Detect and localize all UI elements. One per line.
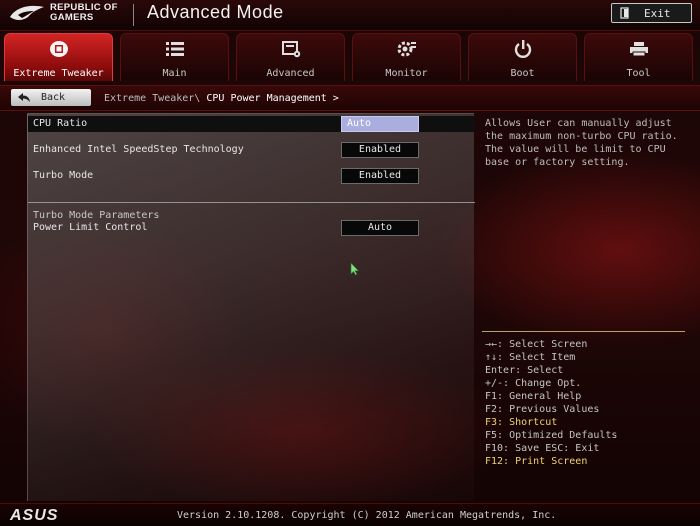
mouse-cursor-icon bbox=[350, 262, 360, 276]
tab-label: Monitor bbox=[385, 68, 428, 79]
cpu-chip-icon bbox=[49, 41, 68, 57]
header-divider bbox=[133, 4, 134, 26]
tab-main[interactable]: Main bbox=[120, 33, 229, 81]
setting-label: CPU Ratio bbox=[33, 118, 88, 129]
printer-tool-icon bbox=[629, 42, 648, 57]
footer-bar: ASUS Version 2.10.1208. Copyright (C) 20… bbox=[0, 503, 700, 526]
turbo-mode-value[interactable]: Enabled bbox=[341, 168, 419, 184]
tab-boot[interactable]: Boot bbox=[468, 33, 577, 81]
hotkey-select-item: ↑↓: Select Item bbox=[485, 352, 576, 363]
breadcrumb-bar: Back Extreme Tweaker\ CPU Power Manageme… bbox=[0, 85, 700, 111]
hotkey-change-opt: +/-: Change Opt. bbox=[485, 378, 582, 389]
tab-monitor[interactable]: Monitor bbox=[352, 33, 461, 81]
list-icon bbox=[165, 42, 184, 56]
hotkey-print-screen[interactable]: F12: Print Screen bbox=[485, 455, 685, 468]
tab-label: Main bbox=[162, 68, 187, 79]
hotkey-general-help: F1: General Help bbox=[485, 391, 582, 402]
setting-label: Turbo Mode bbox=[33, 170, 94, 181]
setting-row-speedstep[interactable]: Enhanced Intel SpeedStep Technology Enab… bbox=[28, 142, 475, 158]
asus-logo: ASUS bbox=[10, 507, 59, 524]
hotkey-optimized-defaults: F5: Optimized Defaults bbox=[485, 430, 618, 441]
setting-row-power-limit-control[interactable]: Power Limit Control Auto bbox=[28, 220, 475, 236]
rog-line2: GAMERS bbox=[50, 12, 94, 23]
rog-wordmark: REPUBLIC OF GAMERS bbox=[50, 3, 118, 23]
settings-panel: CPU Ratio Auto Enhanced Intel SpeedStep … bbox=[27, 113, 475, 501]
rog-eye-logo-icon bbox=[10, 5, 44, 20]
hotkey-enter-select: Enter: Select bbox=[485, 365, 564, 376]
hotkey-list: →←: Select Screen ↑↓: Select Item Enter:… bbox=[485, 338, 685, 468]
hotkey-select-screen: →←: Select Screen bbox=[485, 339, 588, 350]
breadcrumb-current: CPU Power Management > bbox=[206, 93, 339, 104]
tab-label: Tool bbox=[626, 68, 651, 79]
speedstep-value[interactable]: Enabled bbox=[341, 142, 419, 158]
hotkey-save-exit: F10: Save ESC: Exit bbox=[485, 443, 600, 454]
power-limit-value[interactable]: Auto bbox=[341, 220, 419, 236]
setting-row-cpu-ratio[interactable]: CPU Ratio Auto bbox=[28, 116, 475, 132]
main-tabs: Extreme Tweaker Main Advanced Monitor Bo… bbox=[4, 33, 696, 83]
tab-label: Boot bbox=[510, 68, 535, 79]
help-divider bbox=[482, 331, 685, 332]
exit-door-icon bbox=[620, 7, 629, 19]
help-description: Allows User can manually adjust the maxi… bbox=[485, 118, 678, 168]
exit-button[interactable]: Exit bbox=[611, 3, 692, 23]
version-info: Version 2.10.1208. Copyright (C) 2012 Am… bbox=[177, 510, 557, 521]
hotkey-shortcut[interactable]: F3: Shortcut bbox=[485, 416, 685, 429]
exit-label: Exit bbox=[644, 6, 671, 20]
power-icon bbox=[514, 40, 531, 58]
back-button[interactable]: Back bbox=[11, 89, 91, 106]
cpu-ratio-value[interactable]: Auto bbox=[341, 116, 419, 132]
tab-tool[interactable]: Tool bbox=[584, 33, 693, 81]
tab-advanced[interactable]: Advanced bbox=[236, 33, 345, 81]
tab-extreme-tweaker[interactable]: Extreme Tweaker bbox=[4, 33, 113, 81]
hotkey-previous-values: F2: Previous Values bbox=[485, 404, 600, 415]
page-title: Advanced Mode bbox=[147, 2, 284, 22]
section-divider bbox=[28, 202, 475, 203]
setting-row-turbo-mode[interactable]: Turbo Mode Enabled bbox=[28, 168, 475, 184]
breadcrumb: Extreme Tweaker\ CPU Power Management > bbox=[104, 93, 339, 104]
gear-monitor-icon bbox=[397, 41, 416, 57]
tab-label: Advanced bbox=[266, 68, 315, 79]
title-bar: REPUBLIC OF GAMERS Advanced Mode Exit bbox=[0, 0, 700, 31]
help-panel: Allows User can manually adjust the maxi… bbox=[477, 113, 687, 501]
advanced-settings-icon bbox=[281, 41, 300, 58]
back-arrow-icon bbox=[18, 92, 30, 102]
tab-label: Extreme Tweaker bbox=[13, 68, 104, 79]
back-label: Back bbox=[41, 92, 66, 103]
setting-label: Power Limit Control bbox=[33, 222, 148, 233]
setting-label: Enhanced Intel SpeedStep Technology bbox=[33, 144, 244, 155]
breadcrumb-path[interactable]: Extreme Tweaker\ bbox=[104, 93, 200, 104]
